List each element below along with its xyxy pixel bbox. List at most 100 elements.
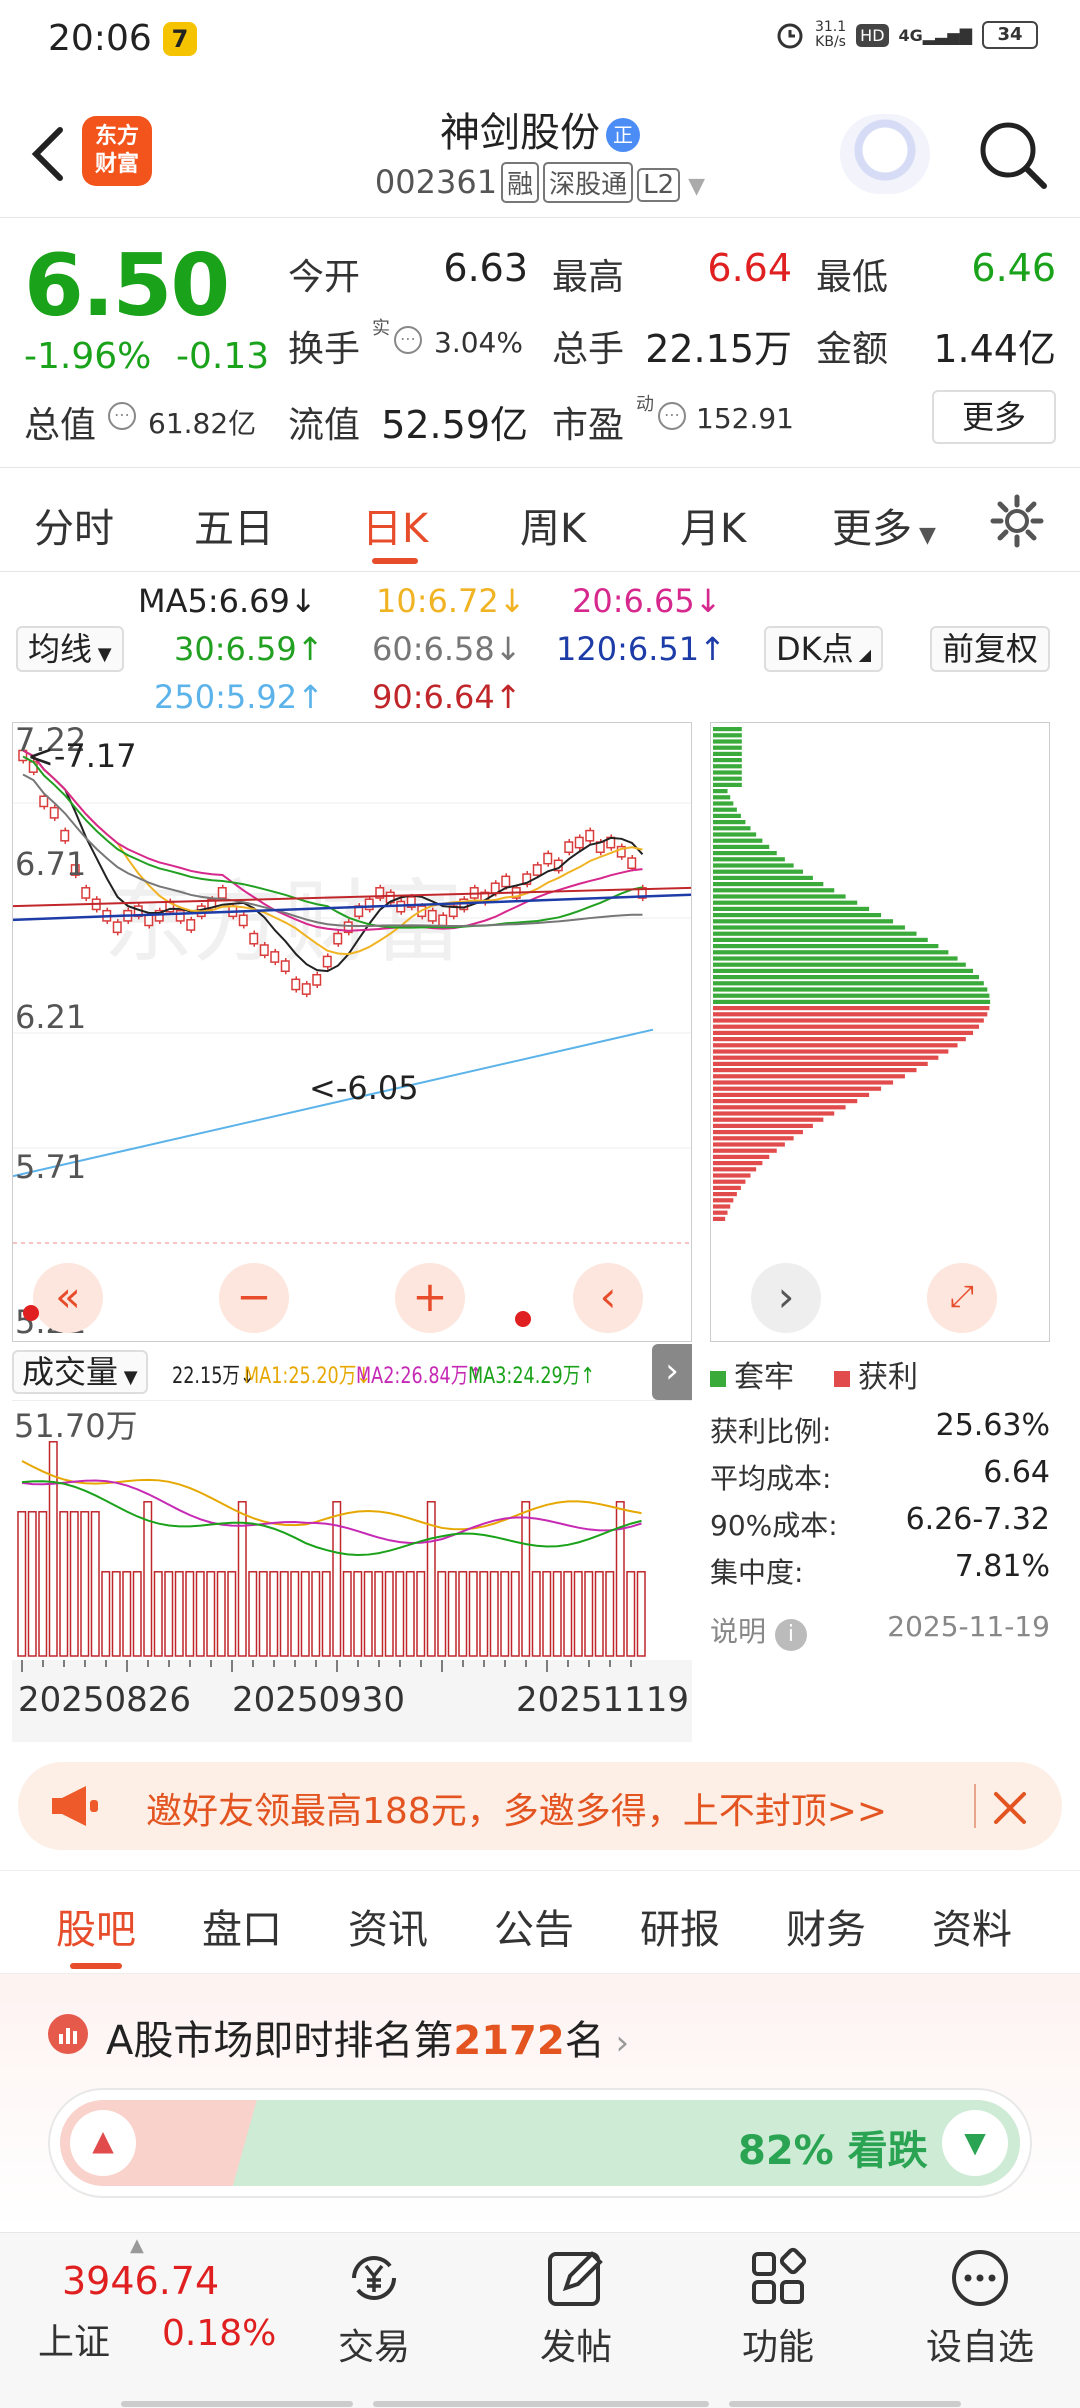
volume-bar [416,1571,426,1657]
tab-daily-k[interactable]: 日K [362,496,428,564]
ranking-suffix: 名 [564,2018,605,2064]
ma120-value: 120:6.51↑ [556,630,726,668]
chip-bar [713,894,846,899]
volume-value: 22.15万 [645,327,792,371]
ranking-text[interactable]: A股市场即时排名第2172名 › [106,2008,629,2066]
tab-news[interactable]: 资讯 [348,1897,428,1955]
change-amount: -0.13 [176,336,270,377]
trade-label[interactable]: 交易 [332,2318,416,2370]
chip-bar [713,813,741,818]
search-icon[interactable] [972,114,1052,194]
robot-assistant-avatar[interactable] [840,114,930,194]
tab-forum[interactable]: 股吧 [56,1897,136,1969]
tab-weekly-k[interactable]: 周K [520,496,586,554]
tag-level2: L2 [637,168,681,202]
chip-note[interactable]: 说明 i [710,1610,807,1651]
volume-bar [90,1511,100,1657]
chip-next-button[interactable]: › [751,1263,821,1333]
bullish-vote-button[interactable]: ▲ [70,2110,136,2176]
expand-arrow-icon[interactable]: › [652,1344,692,1400]
chip-bar [713,1179,746,1184]
chip-distribution[interactable]: › ⤢ [710,722,1050,1342]
functions-label[interactable]: 功能 [736,2318,820,2370]
chip-expand-icon[interactable]: ⤢ [927,1263,997,1333]
tab-monthly-k[interactable]: 月K [680,496,746,554]
megaphone-icon [52,1786,98,1826]
chip-bar [713,1142,785,1147]
tab-financials[interactable]: 财务 [786,1897,866,1955]
legend-profit: 获利 [834,1352,918,1396]
tag-connect: 深股通 [543,162,634,203]
chip-bar [713,968,974,973]
dk-label: DK点 [776,630,854,668]
stock-name-text: 神剑股份 [440,110,600,156]
info-circle-icon: i [774,1619,807,1651]
chip-bar [713,1049,949,1054]
close-icon[interactable] [990,1788,1030,1828]
pe-sup: 动 [636,394,654,415]
tab-five-day[interactable]: 五日 [194,496,274,554]
chip-bar [713,801,734,806]
candle-body [564,841,574,854]
battery-icon: 34 [982,21,1038,49]
forward-adjust-button[interactable]: 前复权 [930,626,1051,672]
volume-bar [636,1571,646,1657]
ma30-text: 30:6.59 [174,630,297,668]
index-value[interactable]: 3946.74 [62,2259,219,2303]
tab-order-book[interactable]: 盘口 [202,1897,282,1955]
volume-label: 成交量 [22,1353,119,1391]
settings-gear-icon[interactable] [988,492,1046,550]
zoom-out-button[interactable]: − [219,1263,289,1333]
tab-more[interactable]: 更多 ▼ [832,496,936,554]
more-button[interactable]: 更多 [932,390,1056,444]
chip-date: 2025-11-19 [887,1610,1050,1643]
volume-bar [132,1571,142,1657]
volume-bar [290,1571,300,1657]
ma-line-selector[interactable]: 均线 ▼ [16,626,124,672]
dk-point-button[interactable]: DK点 ◢ [764,626,884,672]
zoom-in-button[interactable]: + [395,1263,465,1333]
date-ticks [21,1660,632,1672]
post-edit-icon[interactable] [544,2246,608,2310]
tab-intraday[interactable]: 分时 [34,496,114,554]
volume-bar [17,1511,27,1657]
chip-bar [713,1136,794,1141]
volume-bar [300,1571,310,1657]
chip-bar [713,1198,734,1203]
add-watchlist-icon[interactable] [948,2246,1012,2310]
tab-profile[interactable]: 资料 [932,1897,1012,1955]
info-icon[interactable]: ⋯ [108,402,136,430]
volume-bar [405,1571,415,1657]
change-percent: -1.96% [24,336,152,377]
chip-bar [713,1030,974,1035]
dropdown-triangle-icon: ▼ [688,174,706,199]
scroll-left-fast-button[interactable]: « [33,1263,103,1333]
info-icon[interactable]: ⋯ [394,326,422,354]
tab-more-label: 更多 [832,506,912,552]
invite-banner[interactable]: 邀好友领最高188元，多邀多得，上不封顶>> [18,1762,1062,1850]
volume-chart[interactable]: 51.70万 [12,1400,692,1660]
signal-icon: 4G▂▃▅▇ [898,25,972,45]
watchlist-label[interactable]: 设自选 [920,2318,1040,2370]
kline-chart[interactable]: 东方财富 7.22 6.71 6.21 5.71 5.21 <-7.17 <-6… [12,722,692,1342]
volume-indicator-selector[interactable]: 成交量 ▼ [12,1350,148,1394]
tab-research[interactable]: 研报 [640,1897,720,1955]
volume-bar [626,1571,636,1657]
tab-announcements[interactable]: 公告 [494,1897,574,1955]
functions-grid-icon[interactable] [746,2246,810,2310]
ranking-number: 2172 [453,2018,565,2064]
post-label[interactable]: 发帖 [534,2318,618,2370]
chip-bar [713,1018,984,1023]
index-expand-caret[interactable]: ▲ [130,2235,144,2256]
ma250-text: 250:5.92 [154,678,298,716]
scroll-indicator [121,2401,353,2407]
scroll-left-button[interactable]: ‹ [573,1263,643,1333]
chip-bar [713,1173,751,1178]
alarm-icon [777,23,803,49]
info-icon[interactable]: ⋯ [658,402,686,430]
bearish-vote-button[interactable]: ▼ [942,2110,1008,2176]
content-tabs: 股吧 盘口 资讯 公告 研报 财务 资料 [0,1870,1080,1974]
chip-bar [713,1080,894,1085]
trade-yen-icon[interactable] [342,2246,406,2310]
stat-label-concentration: 集中度: [710,1556,804,1589]
